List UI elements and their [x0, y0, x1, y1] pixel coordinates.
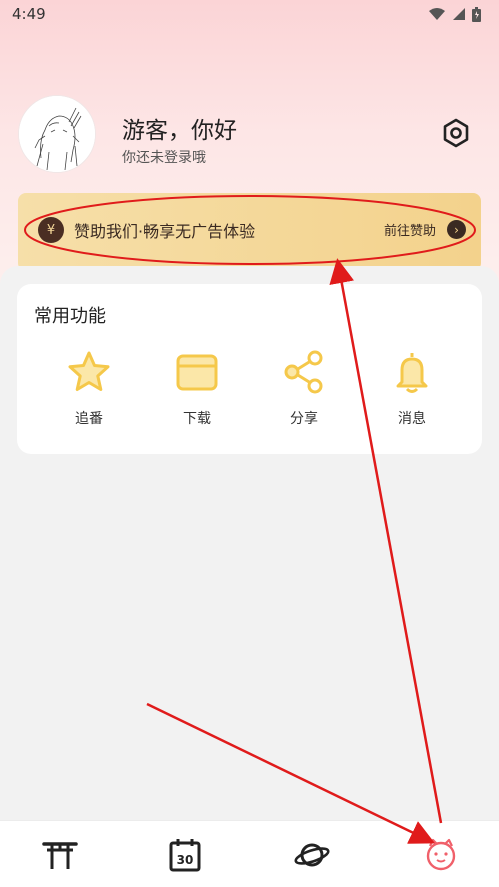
- status-icons: [428, 6, 481, 22]
- nav-home[interactable]: [40, 835, 80, 875]
- function-messages[interactable]: 消息: [370, 344, 450, 434]
- user-profile[interactable]: 游客，你好 你还未登录哦: [18, 95, 488, 175]
- bottom-navigation: 30: [0, 820, 499, 887]
- function-follow[interactable]: 追番: [47, 344, 127, 434]
- nav-discover[interactable]: [292, 835, 332, 875]
- status-time: 4:49: [12, 5, 46, 23]
- nav-mine[interactable]: [421, 835, 461, 875]
- go-sponsor-link[interactable]: 前往赞助: [384, 220, 436, 239]
- function-label: 分享: [290, 411, 318, 427]
- function-label: 追番: [75, 411, 103, 427]
- chevron-right-icon[interactable]: ›: [447, 220, 466, 239]
- function-label: 下载: [183, 411, 211, 427]
- planet-icon: [294, 843, 330, 867]
- nav-schedule[interactable]: 30: [165, 835, 205, 875]
- function-label: 消息: [398, 411, 426, 427]
- torii-gate-icon: [42, 842, 78, 869]
- sponsor-text: 赞助我们·畅享无广告体验: [74, 222, 256, 241]
- sponsor-banner[interactable]: ¥ 赞助我们·畅享无广告体验 前往赞助 ›: [18, 193, 481, 271]
- avatar-sketch-image: [19, 96, 95, 172]
- settings-hexagon-icon: [443, 118, 469, 148]
- signal-icon: [453, 8, 465, 20]
- settings-button[interactable]: [440, 117, 472, 149]
- bell-icon: [396, 353, 428, 393]
- function-download[interactable]: 下载: [155, 344, 235, 434]
- pig-face-icon: [426, 838, 456, 871]
- folder-icon: [176, 354, 218, 391]
- share-icon: [284, 350, 323, 394]
- avatar[interactable]: [18, 95, 96, 173]
- section-title: 常用功能: [34, 306, 106, 327]
- greeting-title: 游客，你好: [122, 118, 237, 144]
- yen-coin-icon: ¥: [38, 217, 64, 243]
- login-hint[interactable]: 你还未登录哦: [122, 147, 206, 167]
- status-bar: 4:49: [0, 0, 499, 28]
- star-icon: [68, 351, 110, 391]
- battery-icon: [472, 6, 481, 22]
- common-functions-card: 常用功能 追番 下载 分享 消息: [17, 284, 482, 454]
- wifi-icon: [429, 8, 445, 20]
- function-share[interactable]: 分享: [262, 344, 342, 434]
- svg-text:30: 30: [177, 853, 194, 867]
- calendar-icon: 30: [169, 839, 201, 872]
